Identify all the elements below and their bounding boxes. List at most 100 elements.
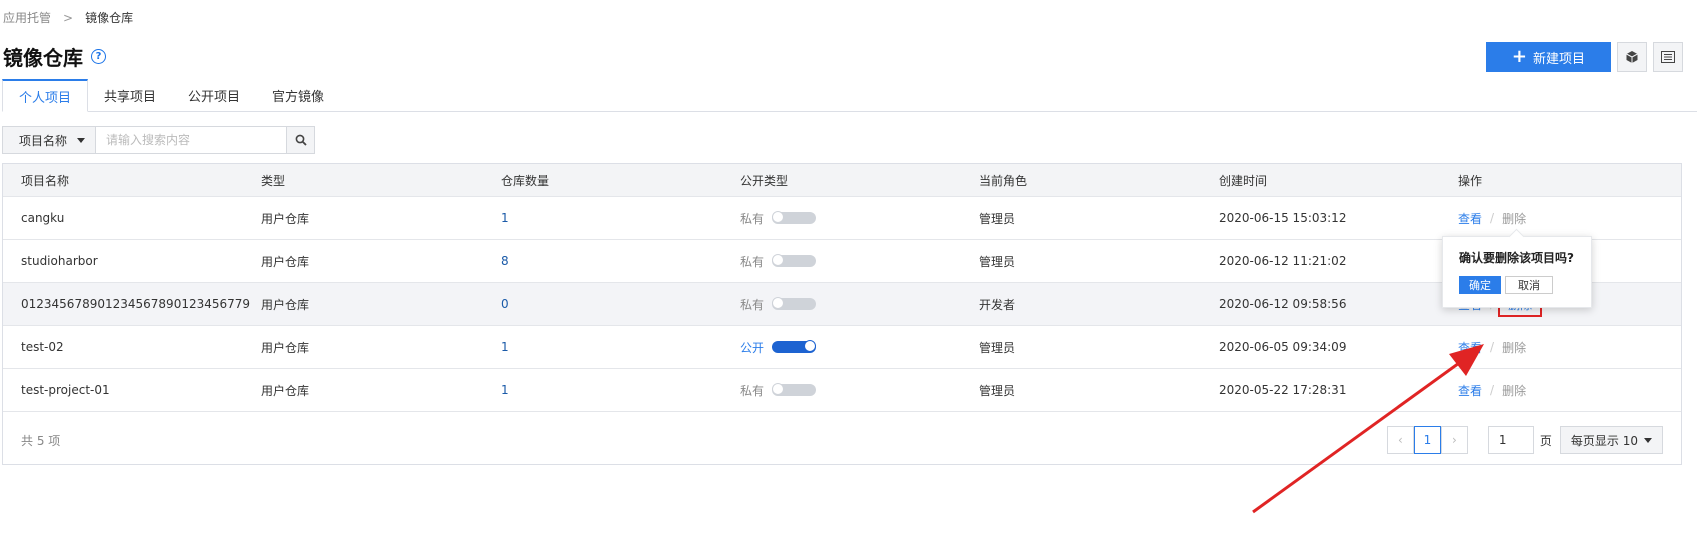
- breadcrumb-parent[interactable]: 应用托管: [3, 9, 51, 26]
- next-page-button[interactable]: ›: [1440, 426, 1468, 454]
- list-icon: [1661, 51, 1675, 63]
- page-size-select[interactable]: 每页显示 10: [1559, 426, 1663, 454]
- delete-link[interactable]: 删除: [1502, 382, 1526, 399]
- search-input[interactable]: [96, 127, 286, 153]
- tab-official[interactable]: 官方镜像: [256, 79, 340, 112]
- list-view-button[interactable]: [1653, 42, 1683, 72]
- current-role: 管理员: [979, 383, 1016, 398]
- project-type: 用户仓库: [261, 297, 310, 312]
- tab-shared[interactable]: 共享项目: [88, 79, 172, 112]
- page-title-text: 镜像仓库: [3, 46, 83, 70]
- project-type: 用户仓库: [261, 211, 310, 226]
- page-unit-label: 页: [1539, 433, 1552, 448]
- public-toggle[interactable]: [772, 340, 817, 353]
- column-header: 操作: [1458, 173, 1483, 188]
- delete-link[interactable]: 删除: [1502, 210, 1526, 227]
- project-name: cangku: [21, 211, 65, 225]
- project-name: 012345678901234567890123456779: [21, 297, 251, 311]
- search-field-select[interactable]: 项目名称: [3, 127, 96, 153]
- repo-count: 1: [501, 211, 509, 225]
- public-type-text: 私有: [740, 211, 765, 226]
- view-link[interactable]: 查看: [1458, 210, 1482, 227]
- total-count: 共 5 项: [21, 433, 61, 448]
- table-footer: 共 5 项 ‹ 1 › 1 页 每页显示 10: [3, 412, 1681, 468]
- action-separator: /: [1490, 383, 1495, 397]
- view-link[interactable]: 查看: [1458, 339, 1482, 356]
- chevron-down-icon: [1644, 437, 1652, 443]
- project-type: 用户仓库: [261, 383, 310, 398]
- public-type: 私有: [722, 210, 961, 227]
- new-project-label: 新建项目: [1532, 51, 1585, 67]
- row-actions: 查看 / 删除: [1440, 210, 1640, 227]
- pagination: ‹ 1 › 1 页 每页显示 10: [1386, 426, 1663, 454]
- confirm-button[interactable]: 确定: [1459, 276, 1501, 294]
- search-icon: [295, 134, 307, 146]
- column-header: 当前角色: [979, 173, 1028, 188]
- breadcrumb-separator: >: [63, 10, 74, 25]
- view-link[interactable]: 查看: [1458, 382, 1482, 399]
- help-icon[interactable]: ?: [91, 49, 106, 64]
- new-project-button[interactable]: + 新建项目: [1485, 42, 1611, 72]
- top-actions: + 新建项目: [1485, 42, 1683, 72]
- search-bar: 项目名称: [2, 126, 315, 154]
- current-role: 管理员: [979, 211, 1016, 226]
- row-actions: 查看 / 删除: [1440, 339, 1640, 356]
- public-type: 私有: [722, 296, 961, 313]
- projects-table: 项目名称 类型 仓库数量 公开类型 当前角色 创建时间 操作 cangku 用户…: [2, 163, 1682, 465]
- public-type-text: 私有: [740, 254, 765, 269]
- cube-icon: [1626, 51, 1638, 63]
- public-type-label: 私有: [740, 210, 817, 227]
- repo-count: 8: [501, 254, 509, 268]
- delete-link[interactable]: 删除: [1502, 339, 1526, 356]
- public-toggle[interactable]: [772, 211, 817, 224]
- public-type-text: 私有: [740, 383, 765, 398]
- table-row: test-02 用户仓库 1 公开 管理员 2020-06-05 09:34:0…: [3, 326, 1681, 369]
- table-row: 012345678901234567890123456779 用户仓库 0 私有…: [3, 283, 1681, 326]
- search-field-label: 项目名称: [19, 133, 68, 148]
- project-name: test-project-01: [21, 383, 110, 397]
- column-header: 仓库数量: [501, 173, 550, 188]
- page-jump-input[interactable]: 1: [1487, 426, 1534, 454]
- row-actions: 查看 / 删除: [1440, 382, 1640, 399]
- column-header: 创建时间: [1219, 173, 1268, 188]
- public-type-label: 私有: [740, 253, 817, 270]
- current-role: 管理员: [979, 254, 1016, 269]
- created-time: 2020-06-12 11:21:02: [1219, 254, 1347, 268]
- current-role: 管理员: [979, 340, 1016, 355]
- tab-public[interactable]: 公开项目: [172, 79, 256, 112]
- created-time: 2020-06-15 15:03:12: [1219, 211, 1347, 225]
- cancel-button[interactable]: 取消: [1505, 276, 1553, 294]
- current-role: 开发者: [979, 297, 1016, 312]
- table-row: cangku 用户仓库 1 私有 管理员 2020-06-15 15:03:12…: [3, 197, 1681, 240]
- public-toggle[interactable]: [772, 297, 817, 310]
- repo-count: 1: [501, 340, 509, 354]
- table-row: test-project-01 用户仓库 1 私有 管理员 2020-05-22…: [3, 369, 1681, 412]
- cube-icon-button[interactable]: [1617, 42, 1647, 72]
- repo-count: 0: [501, 297, 509, 311]
- breadcrumb-current: 镜像仓库: [85, 11, 134, 25]
- column-header: 类型: [261, 173, 286, 188]
- prev-page-button[interactable]: ‹: [1386, 426, 1414, 454]
- breadcrumb: 应用托管 > 镜像仓库: [3, 9, 133, 26]
- created-time: 2020-06-12 09:58:56: [1219, 297, 1347, 311]
- tab-personal[interactable]: 个人项目: [2, 79, 89, 112]
- table-header: 项目名称 类型 仓库数量 公开类型 当前角色 创建时间 操作: [3, 164, 1681, 197]
- chevron-down-icon: [77, 137, 85, 143]
- action-separator: /: [1490, 340, 1495, 354]
- project-type: 用户仓库: [261, 340, 310, 355]
- confirm-question: 确认要删除该项目吗?: [1459, 251, 1574, 265]
- page-number[interactable]: 1: [1413, 426, 1441, 454]
- page-size-label: 每页显示 10: [1570, 433, 1638, 448]
- public-toggle[interactable]: [772, 383, 817, 396]
- column-header: 项目名称: [21, 173, 70, 188]
- public-type-text: 私有: [740, 297, 765, 312]
- project-name: test-02: [21, 340, 64, 354]
- public-type-label: 公开: [740, 339, 817, 356]
- project-type: 用户仓库: [261, 254, 310, 269]
- public-toggle[interactable]: [772, 254, 817, 267]
- project-tabs: 个人项目 共享项目 公开项目 官方镜像: [2, 79, 1697, 112]
- repo-count: 1: [501, 383, 509, 397]
- search-button[interactable]: [286, 127, 314, 153]
- public-type-text: 公开: [740, 340, 765, 355]
- public-type: 私有: [722, 382, 961, 399]
